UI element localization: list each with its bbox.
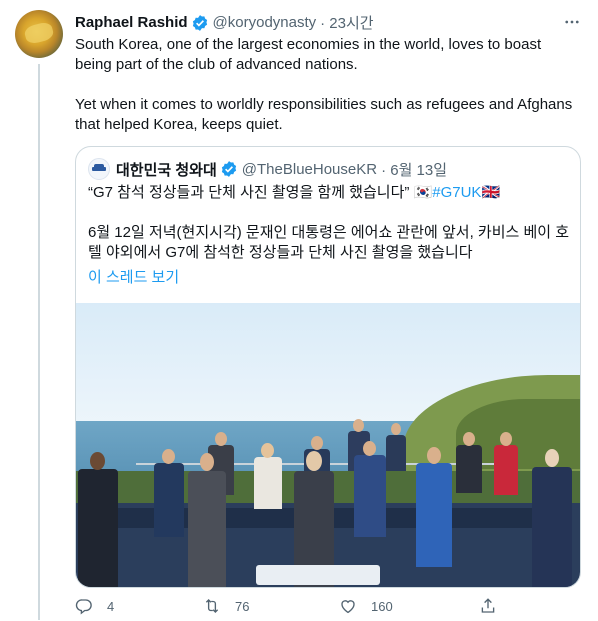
- person-head: [215, 432, 227, 446]
- person-head: [90, 452, 105, 470]
- person-head: [463, 432, 475, 446]
- hashtag-link[interactable]: #G7UK: [432, 184, 481, 201]
- person: [532, 467, 572, 587]
- quoted-tweet[interactable]: 대한민국 청와대 @TheBlueHouseKR · 6월 13일 “G7 참석…: [75, 146, 581, 588]
- quoted-header: 대한민국 청와대 @TheBlueHouseKR · 6월 13일: [88, 158, 447, 180]
- heart-icon: [341, 600, 355, 614]
- g7-banner: [256, 565, 380, 585]
- flag-uk: 🇬🇧: [481, 184, 501, 201]
- quoted-avatar: [88, 158, 110, 180]
- person: [494, 445, 518, 495]
- avatar[interactable]: [15, 10, 63, 58]
- person-head: [311, 436, 323, 450]
- reply-button[interactable]: 4: [75, 597, 114, 615]
- person-head: [162, 449, 175, 464]
- tweet-time[interactable]: · 23시간: [320, 12, 373, 33]
- person-head: [306, 451, 322, 471]
- person-head: [261, 443, 274, 458]
- person-head: [363, 441, 376, 456]
- thread-line: [38, 64, 40, 620]
- verified-badge-icon: [221, 161, 236, 177]
- quoted-photo[interactable]: [76, 303, 580, 587]
- person: [386, 435, 406, 471]
- person-head: [391, 423, 401, 435]
- verified-badge-icon: [192, 14, 207, 31]
- author-handle[interactable]: @koryodynasty: [213, 14, 317, 31]
- like-button[interactable]: 160: [339, 597, 393, 615]
- share-icon: [481, 598, 495, 613]
- flag-kr: 🇰🇷: [413, 184, 433, 201]
- quoted-text: “G7 참석 정상들과 단체 사진 촬영을 함께 했습니다” 🇰🇷#G7UK🇬🇧…: [88, 183, 570, 263]
- person: [456, 445, 482, 493]
- reply-count: 4: [107, 598, 115, 614]
- more-icon[interactable]: [560, 10, 584, 34]
- author-name[interactable]: Raphael Rashid: [75, 14, 188, 31]
- person: [354, 455, 386, 537]
- person-head: [200, 453, 214, 471]
- reply-icon: [75, 599, 92, 615]
- person-head: [500, 432, 512, 446]
- retweet-icon: [205, 599, 219, 613]
- person-head: [427, 447, 441, 464]
- person: [254, 457, 282, 509]
- tweet-paragraph: Yet when it comes to worldly responsibil…: [75, 96, 573, 133]
- person-head: [353, 419, 364, 432]
- quoted-author-handle: @TheBlueHouseKR: [241, 160, 378, 178]
- like-count: 160: [371, 598, 393, 614]
- tweet-header: Raphael Rashid @koryodynasty · 23시간: [75, 12, 374, 33]
- tweet-actions: 4 76 160: [75, 597, 495, 621]
- quoted-author-name: 대한민국 청와대: [116, 161, 217, 179]
- person: [154, 463, 184, 537]
- quoted-body: 6월 12일 저녁(현지시각) 문재인 대통령은 에어쇼 관란에 앞서, 카비스…: [88, 224, 570, 261]
- tweet-text: South Korea, one of the largest economie…: [75, 35, 575, 135]
- quoted-line1: “G7 참석 정상들과 단체 사진 촬영을 함께 했습니다”: [88, 184, 414, 201]
- retweet-count: 76: [235, 598, 250, 614]
- person-head: [545, 449, 559, 467]
- person: [78, 469, 118, 587]
- retweet-button[interactable]: 76: [203, 597, 249, 615]
- quoted-time: · 6월 13일: [381, 161, 448, 179]
- person: [416, 463, 452, 567]
- show-thread-link[interactable]: 이 스레드 보기: [88, 266, 179, 287]
- tweet-paragraph: South Korea, one of the largest economie…: [75, 36, 542, 73]
- share-button[interactable]: [479, 597, 511, 615]
- person: [188, 471, 226, 587]
